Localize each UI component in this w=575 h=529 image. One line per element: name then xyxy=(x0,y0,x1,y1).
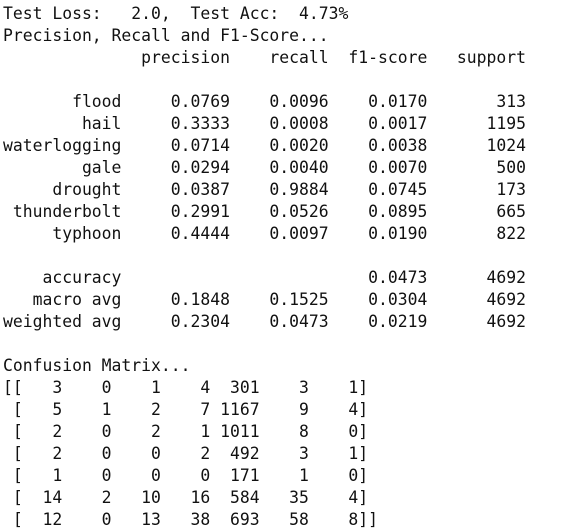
console-output: Test Loss: 2.0, Test Acc: 4.73% Precisio… xyxy=(0,0,575,529)
report-row-accuracy: accuracy 0.0473 4692 xyxy=(3,268,527,287)
report-row-typhoon: typhoon 0.4444 0.0097 0.0190 822 xyxy=(3,224,527,243)
report-row-waterlogging: waterlogging 0.0714 0.0020 0.0038 1024 xyxy=(3,136,527,155)
report-header-row: precision recall f1-score support xyxy=(3,48,527,67)
test-metrics-line: Test Loss: 2.0, Test Acc: 4.73% xyxy=(3,4,349,23)
confusion-matrix-heading: Confusion Matrix... xyxy=(3,356,191,375)
confusion-matrix-row: [ 12 0 13 38 693 58 8]] xyxy=(3,510,378,529)
section-heading: Precision, Recall and F1-Score... xyxy=(3,26,329,45)
report-row-thunderbolt: thunderbolt 0.2991 0.0526 0.0895 665 xyxy=(3,202,527,221)
confusion-matrix-row: [ 2 0 0 2 492 3 1] xyxy=(3,444,369,463)
report-row-gale: gale 0.0294 0.0040 0.0070 500 xyxy=(3,158,527,177)
report-row-drought: drought 0.0387 0.9884 0.0745 173 xyxy=(3,180,527,199)
confusion-matrix-row: [ 14 2 10 16 584 35 4] xyxy=(3,488,369,507)
confusion-matrix-row: [ 1 0 0 0 171 1 0] xyxy=(3,466,369,485)
report-row-hail: hail 0.3333 0.0008 0.0017 1195 xyxy=(3,114,527,133)
confusion-matrix-row: [[ 3 0 1 4 301 3 1] xyxy=(3,378,369,397)
report-row-flood: flood 0.0769 0.0096 0.0170 313 xyxy=(3,92,527,111)
confusion-matrix-row: [ 2 0 2 1 1011 8 0] xyxy=(3,422,369,441)
report-row-weighted-avg: weighted avg 0.2304 0.0473 0.0219 4692 xyxy=(3,312,527,331)
report-row-macro-avg: macro avg 0.1848 0.1525 0.0304 4692 xyxy=(3,290,527,309)
confusion-matrix-row: [ 5 1 2 7 1167 9 4] xyxy=(3,400,369,419)
